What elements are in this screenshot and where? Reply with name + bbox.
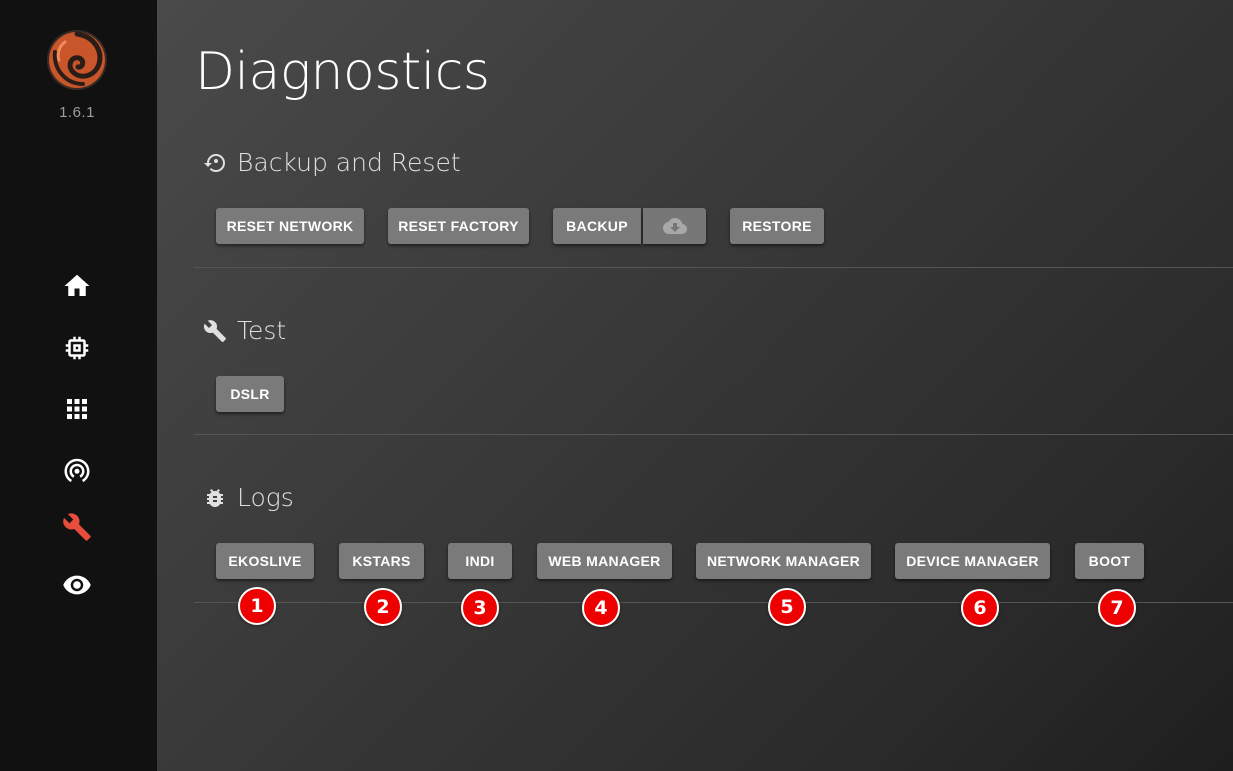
cloud-download-icon: [662, 218, 687, 234]
annotation-badge: 4: [582, 589, 620, 627]
main-content: Diagnostics Backup and Reset RESET NETWO…: [157, 0, 1233, 771]
bug-icon: [207, 488, 223, 507]
annotation-badge: 2: [364, 588, 402, 626]
annotation-badge: 6: [961, 589, 999, 627]
log-web-manager-button[interactable]: WEB MANAGER: [537, 543, 672, 579]
backup-download-button[interactable]: [643, 208, 706, 244]
log-indi-button[interactable]: INDI: [448, 543, 512, 579]
section-header-backup: Backup and Reset: [203, 148, 461, 177]
restore-button[interactable]: RESTORE: [730, 208, 824, 244]
section-divider: [194, 602, 1233, 603]
sidebar-item-home[interactable]: [57, 266, 97, 306]
sidebar-item-network[interactable]: [57, 450, 97, 490]
home-icon: [64, 274, 90, 296]
reset-network-button[interactable]: RESET NETWORK: [216, 208, 364, 244]
annotation-badge: 1: [238, 587, 276, 625]
wrench-icon: [63, 513, 91, 541]
sidebar-item-apps[interactable]: [57, 389, 97, 429]
sidebar: 1.6.1: [0, 0, 157, 771]
annotation-badge: 5: [768, 588, 806, 626]
app-version: 1.6.1: [59, 104, 95, 121]
sidebar-item-diagnostics[interactable]: [57, 507, 97, 547]
wrench-icon: [203, 319, 226, 342]
eye-icon: [63, 575, 91, 595]
section-divider: [194, 267, 1233, 268]
section-title-backup: Backup and Reset: [237, 148, 461, 177]
section-divider: [194, 434, 1233, 435]
sidebar-item-devices[interactable]: [57, 328, 97, 368]
section-header-logs: Logs: [203, 483, 294, 512]
dslr-button[interactable]: DSLR: [216, 376, 284, 412]
wifi-tethering-icon: [64, 458, 90, 483]
page-title: Diagnostics: [195, 42, 490, 102]
backup-button[interactable]: BACKUP: [553, 208, 641, 244]
log-device-manager-button[interactable]: DEVICE MANAGER: [895, 543, 1050, 579]
annotation-badge: 7: [1098, 589, 1136, 627]
chip-icon: [65, 336, 89, 360]
reset-factory-button[interactable]: RESET FACTORY: [388, 208, 529, 244]
section-title-logs: Logs: [237, 483, 294, 512]
log-network-manager-button[interactable]: NETWORK MANAGER: [696, 543, 871, 579]
annotation-badge: 3: [461, 589, 499, 627]
sidebar-item-view[interactable]: [57, 565, 97, 605]
log-ekoslive-button[interactable]: EKOSLIVE: [216, 543, 314, 579]
section-title-test: Test: [237, 316, 287, 345]
grid-icon: [67, 399, 87, 419]
restore-icon: [204, 153, 225, 172]
log-boot-button[interactable]: BOOT: [1075, 543, 1144, 579]
section-header-test: Test: [203, 316, 286, 345]
log-kstars-button[interactable]: KSTARS: [339, 543, 424, 579]
app-logo: [47, 30, 107, 90]
